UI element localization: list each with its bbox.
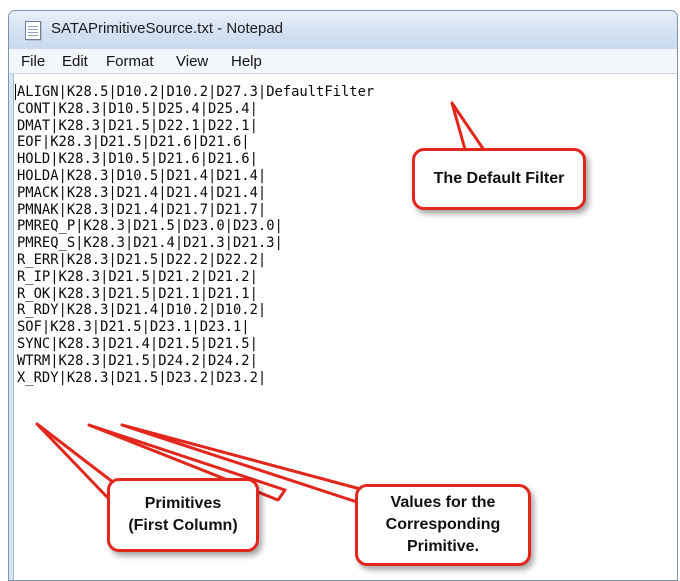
values-callout: Values for the Corresponding Primitive. (355, 484, 531, 566)
primitives-label-line2: (First Column) (128, 517, 238, 534)
values-label-line3: Primitive. (406, 538, 480, 555)
primitives-callout: Primitives (First Column) (107, 478, 259, 552)
annotation-arrows (35, 101, 488, 505)
values-label-line2: Corresponding (385, 516, 501, 533)
default-filter-callout: The Default Filter (412, 148, 586, 210)
primitives-arrow (35, 422, 120, 499)
values-label-line1: Values for the (390, 494, 496, 511)
default-filter-label: The Default Filter (433, 170, 565, 187)
primitives-label-line1: Primitives (144, 495, 222, 512)
